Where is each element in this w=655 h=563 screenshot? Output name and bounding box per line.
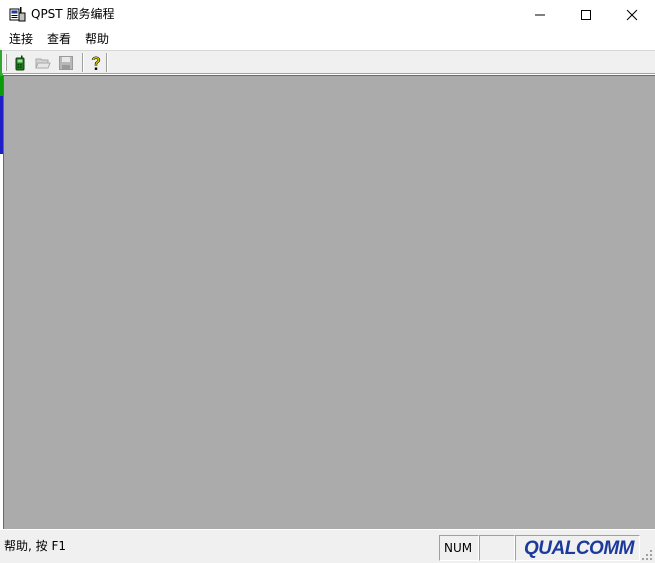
toolbar-grip[interactable]: [5, 54, 7, 71]
help-button[interactable]: [86, 53, 106, 73]
menu-view[interactable]: 查看: [47, 32, 71, 47]
open-folder-icon: [35, 58, 51, 69]
qpst-phone-icon[interactable]: [9, 6, 26, 23]
phone-icon: [15, 55, 25, 71]
save-icon: [59, 56, 73, 70]
status-pane-empty: [479, 535, 515, 561]
num-lock-indicator: NUM: [444, 541, 473, 555]
help-icon: [91, 56, 101, 70]
logo-pane: QUALCOMM: [515, 535, 640, 561]
minimize-button[interactable]: [517, 0, 563, 29]
num-lock-pane: NUM: [439, 535, 479, 561]
connect-phone-button[interactable]: [10, 53, 30, 73]
qualcomm-logo: QUALCOMM: [524, 538, 634, 559]
toolbar: [2, 50, 655, 74]
save-button[interactable]: [56, 53, 76, 73]
menu-bar: 连接 查看 帮助: [0, 29, 655, 50]
status-bar: 帮助, 按 F1 NUM QUALCOMM: [0, 529, 655, 563]
status-help-text: 帮助, 按 F1: [4, 539, 66, 553]
open-button[interactable]: [33, 53, 53, 73]
menu-connect[interactable]: 连接: [9, 32, 33, 47]
maximize-icon: [581, 10, 591, 20]
toolbar-separator: [106, 53, 108, 72]
close-icon: [626, 9, 638, 21]
resize-grip-icon[interactable]: [641, 549, 653, 561]
toolbar-separator: [82, 53, 84, 72]
maximize-button[interactable]: [563, 0, 609, 29]
minimize-icon: [535, 14, 545, 16]
mdi-client-area[interactable]: [3, 75, 655, 529]
title-bar[interactable]: QPST 服务编程: [0, 0, 655, 29]
window-title: QPST 服务编程: [31, 7, 115, 21]
close-button[interactable]: [609, 0, 655, 29]
menu-help[interactable]: 帮助: [85, 32, 109, 47]
